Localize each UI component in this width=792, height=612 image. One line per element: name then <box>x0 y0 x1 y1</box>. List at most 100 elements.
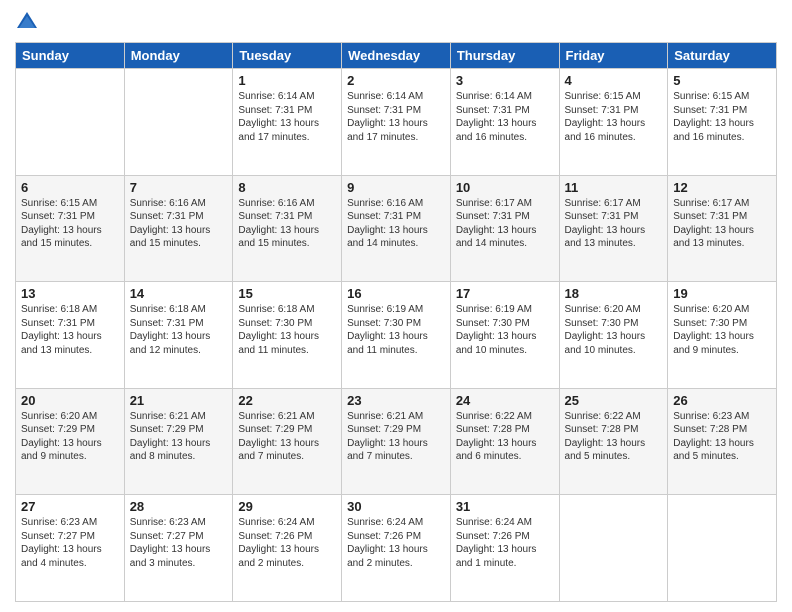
day-number: 22 <box>238 393 336 408</box>
calendar-week-row: 20 Sunrise: 6:20 AM Sunset: 7:29 PM Dayli… <box>16 388 777 495</box>
calendar-cell: 1 Sunrise: 6:14 AM Sunset: 7:31 PM Daylig… <box>233 69 342 176</box>
day-number: 1 <box>238 73 336 88</box>
calendar-cell: 25 Sunrise: 6:22 AM Sunset: 7:28 PM Dayli… <box>559 388 668 495</box>
calendar-cell: 26 Sunrise: 6:23 AM Sunset: 7:28 PM Dayli… <box>668 388 777 495</box>
calendar-cell <box>16 69 125 176</box>
day-number: 31 <box>456 499 554 514</box>
header-row: SundayMondayTuesdayWednesdayThursdayFrid… <box>16 43 777 69</box>
calendar-cell: 8 Sunrise: 6:16 AM Sunset: 7:31 PM Daylig… <box>233 175 342 282</box>
day-header: Monday <box>124 43 233 69</box>
day-info: Sunrise: 6:22 AM Sunset: 7:28 PM Dayligh… <box>565 410 663 464</box>
calendar-cell: 30 Sunrise: 6:24 AM Sunset: 7:26 PM Dayli… <box>342 495 451 602</box>
day-header: Thursday <box>450 43 559 69</box>
calendar-cell: 23 Sunrise: 6:21 AM Sunset: 7:29 PM Dayli… <box>342 388 451 495</box>
day-info: Sunrise: 6:15 AM Sunset: 7:31 PM Dayligh… <box>21 197 119 251</box>
day-info: Sunrise: 6:20 AM Sunset: 7:29 PM Dayligh… <box>21 410 119 464</box>
calendar-week-row: 13 Sunrise: 6:18 AM Sunset: 7:31 PM Dayli… <box>16 282 777 389</box>
day-number: 4 <box>565 73 663 88</box>
calendar-week-row: 27 Sunrise: 6:23 AM Sunset: 7:27 PM Dayli… <box>16 495 777 602</box>
day-header: Wednesday <box>342 43 451 69</box>
day-info: Sunrise: 6:23 AM Sunset: 7:27 PM Dayligh… <box>21 516 119 570</box>
calendar-cell: 29Sunrise: 6:24 AM Sunset: 7:26 PM Dayli… <box>233 495 342 602</box>
calendar-cell: 18Sunrise: 6:20 AM Sunset: 7:30 PM Dayli… <box>559 282 668 389</box>
calendar-cell: 31 Sunrise: 6:24 AM Sunset: 7:26 PM Dayli… <box>450 495 559 602</box>
day-number: 28 <box>130 499 228 514</box>
day-info: Sunrise: 6:17 AM Sunset: 7:31 PM Dayligh… <box>456 197 554 251</box>
calendar-cell <box>559 495 668 602</box>
day-info: Sunrise: 6:14 AM Sunset: 7:31 PM Dayligh… <box>238 90 336 144</box>
day-info: Sunrise: 6:17 AM Sunset: 7:31 PM Dayligh… <box>673 197 771 251</box>
header <box>15 10 777 34</box>
calendar-cell: 19 Sunrise: 6:20 AM Sunset: 7:30 PM Dayli… <box>668 282 777 389</box>
day-info: Sunrise: 6:20 AM Sunset: 7:30 PM Dayligh… <box>673 303 771 357</box>
calendar-cell: 16Sunrise: 6:19 AM Sunset: 7:30 PM Dayli… <box>342 282 451 389</box>
day-info: Sunrise: 6:24 AM Sunset: 7:26 PM Dayligh… <box>456 516 554 570</box>
day-info: Sunrise: 6:19 AM Sunset: 7:30 PM Dayligh… <box>456 303 554 357</box>
calendar-cell: 17 Sunrise: 6:19 AM Sunset: 7:30 PM Dayli… <box>450 282 559 389</box>
day-info: Sunrise: 6:21 AM Sunset: 7:29 PM Dayligh… <box>347 410 445 464</box>
day-info: Sunrise: 6:20 AM Sunset: 7:30 PM Dayligh… <box>565 303 663 357</box>
day-number: 15 <box>238 286 336 301</box>
day-number: 16 <box>347 286 445 301</box>
calendar-cell: 11 Sunrise: 6:17 AM Sunset: 7:31 PM Dayli… <box>559 175 668 282</box>
calendar-cell: 5 Sunrise: 6:15 AM Sunset: 7:31 PM Daylig… <box>668 69 777 176</box>
day-number: 7 <box>130 180 228 195</box>
day-info: Sunrise: 6:15 AM Sunset: 7:31 PM Dayligh… <box>565 90 663 144</box>
day-info: Sunrise: 6:16 AM Sunset: 7:31 PM Dayligh… <box>238 197 336 251</box>
calendar-table: SundayMondayTuesdayWednesdayThursdayFrid… <box>15 42 777 602</box>
calendar-cell: 12 Sunrise: 6:17 AM Sunset: 7:31 PM Dayli… <box>668 175 777 282</box>
day-number: 13 <box>21 286 119 301</box>
day-number: 11 <box>565 180 663 195</box>
day-number: 8 <box>238 180 336 195</box>
day-number: 27 <box>21 499 119 514</box>
calendar-cell <box>124 69 233 176</box>
day-info: Sunrise: 6:24 AM Sunset: 7:26 PM Dayligh… <box>347 516 445 570</box>
day-number: 5 <box>673 73 771 88</box>
day-info: Sunrise: 6:18 AM Sunset: 7:31 PM Dayligh… <box>130 303 228 357</box>
day-info: Sunrise: 6:16 AM Sunset: 7:31 PM Dayligh… <box>347 197 445 251</box>
calendar-cell: 2Sunrise: 6:14 AM Sunset: 7:31 PM Daylig… <box>342 69 451 176</box>
day-info: Sunrise: 6:18 AM Sunset: 7:30 PM Dayligh… <box>238 303 336 357</box>
calendar-cell: 24 Sunrise: 6:22 AM Sunset: 7:28 PM Dayli… <box>450 388 559 495</box>
day-number: 17 <box>456 286 554 301</box>
calendar-cell: 22 Sunrise: 6:21 AM Sunset: 7:29 PM Dayli… <box>233 388 342 495</box>
calendar-week-row: 6 Sunrise: 6:15 AM Sunset: 7:31 PM Daylig… <box>16 175 777 282</box>
calendar-cell: 4 Sunrise: 6:15 AM Sunset: 7:31 PM Daylig… <box>559 69 668 176</box>
day-info: Sunrise: 6:17 AM Sunset: 7:31 PM Dayligh… <box>565 197 663 251</box>
day-info: Sunrise: 6:15 AM Sunset: 7:31 PM Dayligh… <box>673 90 771 144</box>
calendar-cell: 10 Sunrise: 6:17 AM Sunset: 7:31 PM Dayli… <box>450 175 559 282</box>
calendar-cell: 21 Sunrise: 6:21 AM Sunset: 7:29 PM Dayli… <box>124 388 233 495</box>
day-number: 30 <box>347 499 445 514</box>
day-number: 10 <box>456 180 554 195</box>
calendar-cell: 6 Sunrise: 6:15 AM Sunset: 7:31 PM Daylig… <box>16 175 125 282</box>
calendar-cell: 7Sunrise: 6:16 AM Sunset: 7:31 PM Daylig… <box>124 175 233 282</box>
day-number: 23 <box>347 393 445 408</box>
day-header: Sunday <box>16 43 125 69</box>
day-info: Sunrise: 6:22 AM Sunset: 7:28 PM Dayligh… <box>456 410 554 464</box>
page: SundayMondayTuesdayWednesdayThursdayFrid… <box>0 0 792 612</box>
calendar-cell: 14Sunrise: 6:18 AM Sunset: 7:31 PM Dayli… <box>124 282 233 389</box>
day-number: 6 <box>21 180 119 195</box>
calendar-cell: 3Sunrise: 6:14 AM Sunset: 7:31 PM Daylig… <box>450 69 559 176</box>
calendar-cell: 28Sunrise: 6:23 AM Sunset: 7:27 PM Dayli… <box>124 495 233 602</box>
day-number: 25 <box>565 393 663 408</box>
day-info: Sunrise: 6:23 AM Sunset: 7:28 PM Dayligh… <box>673 410 771 464</box>
day-number: 29 <box>238 499 336 514</box>
day-info: Sunrise: 6:14 AM Sunset: 7:31 PM Dayligh… <box>456 90 554 144</box>
day-header: Saturday <box>668 43 777 69</box>
day-number: 26 <box>673 393 771 408</box>
day-number: 12 <box>673 180 771 195</box>
calendar-cell: 27 Sunrise: 6:23 AM Sunset: 7:27 PM Dayli… <box>16 495 125 602</box>
day-number: 24 <box>456 393 554 408</box>
logo-icon <box>15 10 39 34</box>
calendar-week-row: 1 Sunrise: 6:14 AM Sunset: 7:31 PM Daylig… <box>16 69 777 176</box>
day-info: Sunrise: 6:21 AM Sunset: 7:29 PM Dayligh… <box>130 410 228 464</box>
day-header: Tuesday <box>233 43 342 69</box>
day-number: 20 <box>21 393 119 408</box>
day-info: Sunrise: 6:18 AM Sunset: 7:31 PM Dayligh… <box>21 303 119 357</box>
day-number: 21 <box>130 393 228 408</box>
day-info: Sunrise: 6:21 AM Sunset: 7:29 PM Dayligh… <box>238 410 336 464</box>
day-number: 19 <box>673 286 771 301</box>
day-header: Friday <box>559 43 668 69</box>
day-info: Sunrise: 6:14 AM Sunset: 7:31 PM Dayligh… <box>347 90 445 144</box>
